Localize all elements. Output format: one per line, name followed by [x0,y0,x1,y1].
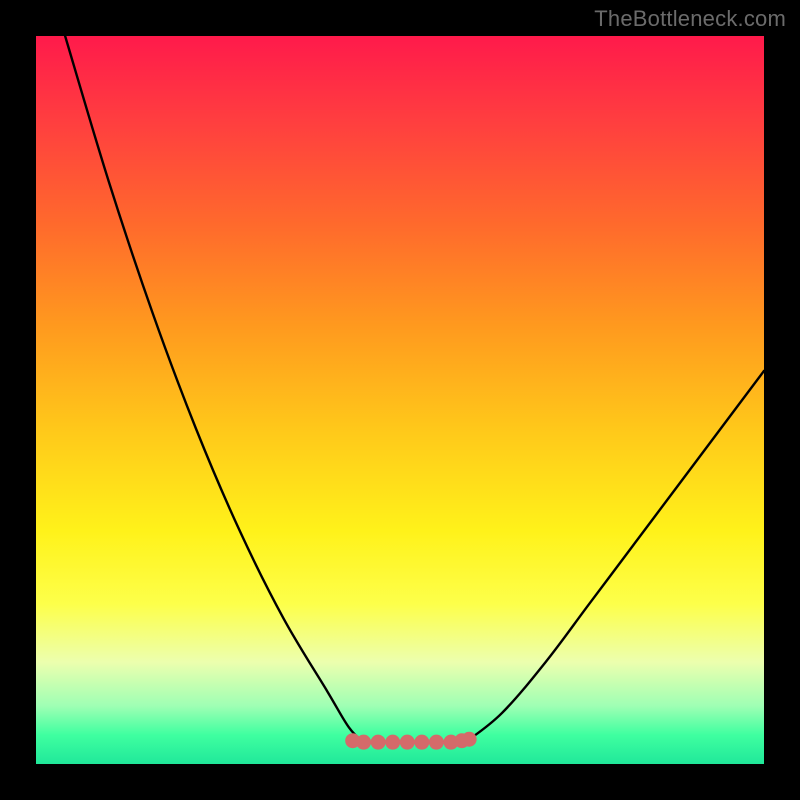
bottom-dots [345,732,476,750]
curve-svg [36,36,764,764]
bottom-dot [414,735,429,750]
bottom-dot [385,735,400,750]
bottom-dot [400,735,415,750]
bottom-dot [462,732,477,747]
watermark-text: TheBottleneck.com [594,6,786,32]
left-curve [65,36,363,742]
chart-frame: TheBottleneck.com [0,0,800,800]
bottom-dot [356,735,371,750]
bottom-dot [429,735,444,750]
bottom-dot [371,735,386,750]
plot-area [36,36,764,764]
right-curve [466,371,764,742]
